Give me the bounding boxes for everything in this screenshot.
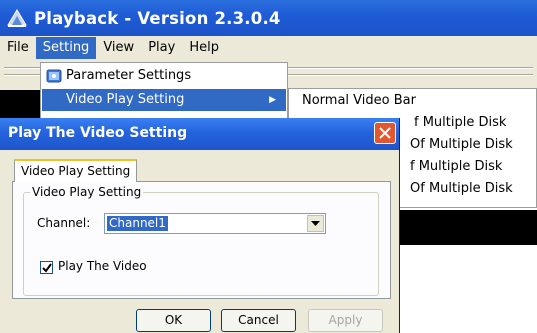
app-icon [7,9,27,27]
submenu-normal-video-bar[interactable]: Normal Video Bar [302,90,416,112]
setting-dropdown: Parameter Settings Video Play Setting ▶ [40,62,288,122]
checkmark-icon [42,263,52,273]
settings-icon [46,69,62,83]
submenu-item-3[interactable]: Of Multiple Disk [410,134,513,156]
submenu-arrow-icon: ▶ [269,95,276,105]
channel-select[interactable]: Channel1 [104,213,326,234]
dialog-title: Play The Video Setting [8,125,188,141]
app-titlebar: Playback - Version 2.3.0.4 [0,0,537,36]
channel-label: Channel: [37,216,91,230]
tab-video-play-setting[interactable]: Video Play Setting [14,159,137,182]
apply-button[interactable]: Apply [308,309,383,332]
menu-view[interactable]: View [96,37,141,59]
dialog-titlebar[interactable]: Play The Video Setting [0,118,399,150]
dialog-body: Video Play Setting Channel: Channel1 Pla [4,150,396,332]
ok-button[interactable]: OK [136,309,211,332]
menu-item-label: Parameter Settings [66,68,192,83]
menu-setting[interactable]: Setting [35,37,97,59]
group-label: Video Play Setting [30,185,144,199]
tab-panel: Video Play Setting Channel: Channel1 Pla [12,181,391,299]
play-video-checkbox[interactable] [40,261,53,274]
menu-item-parameter-settings[interactable]: Parameter Settings [42,65,286,87]
play-video-setting-dialog: Play The Video Setting Video Play Settin… [0,118,400,333]
channel-value: Channel1 [107,216,168,231]
play-video-label[interactable]: Play The Video [58,259,147,273]
menu-help[interactable]: Help [182,37,226,59]
submenu-item-4[interactable]: f Multiple Disk [410,156,502,178]
menubar: File Setting View Play Help [0,36,537,60]
menu-item-label: Video Play Setting [66,92,185,107]
app-title: Playback - Version 2.3.0.4 [34,8,281,28]
submenu-item-2[interactable]: f Multiple Disk [414,112,506,134]
close-icon [379,127,391,139]
dropdown-button[interactable] [307,215,324,232]
cancel-button[interactable]: Cancel [221,309,296,332]
menu-file[interactable]: File [0,37,36,59]
video-play-groupbox: Video Play Setting Channel: Channel1 Pla [23,185,379,296]
chevron-down-icon [311,221,320,226]
menu-play[interactable]: Play [141,37,182,59]
close-button[interactable] [374,122,396,144]
video-panel-lower [400,210,537,245]
submenu-item-5[interactable]: Of Multiple Disk [410,178,513,200]
menu-item-video-play-setting[interactable]: Video Play Setting ▶ [42,89,286,111]
